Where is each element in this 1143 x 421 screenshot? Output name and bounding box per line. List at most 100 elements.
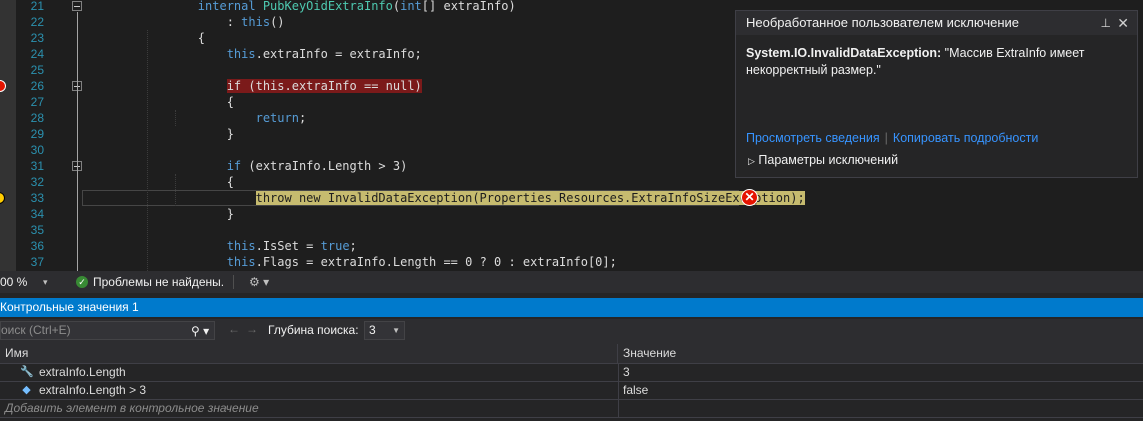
add-watch-row[interactable]: Добавить элемент в контрольное значение [0,400,1143,418]
watch-row[interactable]: ◆ extraInfo.Length > 3 false [0,382,1143,400]
line-number: 32 [30,175,44,189]
watch-value[interactable]: false [623,382,648,399]
copy-details-link[interactable]: Копировать подробности [893,131,1038,145]
code-token: { [140,95,234,109]
line-number: 24 [30,47,44,61]
watch-name: extraInfo.Length [39,365,126,379]
search-placeholder: оиск (Ctrl+E) [1,323,71,337]
zoom-dropdown-icon[interactable]: ▾ [43,271,48,293]
code-text: return; [140,110,307,126]
column-header-value[interactable]: Значение [623,344,676,363]
code-token: .IsSet = [255,239,321,253]
code-line[interactable]: 35 [0,222,1143,238]
collapse-icon[interactable] [72,1,82,11]
code-token: if (this.extraInfo == null) [226,79,422,93]
code-token: this [241,15,271,29]
search-depth-select[interactable]: 3 ▼ [364,321,405,340]
watch-value[interactable]: 3 [623,364,630,381]
code-text: if (extraInfo.Length > 3) [140,158,408,174]
watch-name-cell[interactable]: ◆ extraInfo.Length > 3 [0,382,619,399]
code-token: int [400,0,422,13]
close-icon[interactable]: ✕ [1117,11,1129,35]
code-cleanup-icon[interactable]: ⚙ ▾ [249,271,269,293]
line-number: 31 [30,159,44,173]
line-number: 34 [30,207,44,221]
pin-icon[interactable]: ⊥ [1101,11,1111,35]
current-statement-icon[interactable] [0,192,5,204]
line-number: 21 [30,0,44,13]
line-number: 36 [30,239,44,253]
code-text: internal PubKeyOidExtraInfo(int[] extraI… [140,0,516,14]
code-token: (extraInfo.Length > 3) [241,159,408,173]
watch-row[interactable]: 🔧 extraInfo.Length 3 [0,364,1143,382]
line-number: 22 [30,15,44,29]
line-number: 35 [30,223,44,237]
editor-status-bar: 00 % ▾ ✓ Проблемы не найдены. ⚙ ▾ [0,271,1143,293]
zoom-level[interactable]: 00 % [0,271,27,293]
code-text: { [140,94,234,110]
search-forward-icon[interactable]: → [246,322,258,336]
indent-guide [147,30,148,271]
code-token: { [140,175,234,189]
exception-popup: Необработанное пользователем исключение … [735,10,1138,178]
watch-grid-header: Имя Значение [0,344,1143,364]
code-token: internal [197,0,256,13]
code-text: { [140,30,205,46]
code-token: true [320,239,350,253]
code-line[interactable]: 33 throw new InvalidDataException(Proper… [0,190,1143,206]
code-token: .Flags = extraInfo.Length == 0 ? 0 : ext… [255,255,617,269]
wrench-icon: 🔧 [20,366,34,378]
line-number: 37 [30,255,44,269]
line-number: 27 [30,95,44,109]
watch-panel: Контрольные значения 1 оиск (Ctrl+E) ⚲ ▾… [0,293,1143,421]
code-token: return [255,111,299,125]
exception-settings-toggle[interactable]: ▷ Параметры исключений [748,153,898,167]
exception-settings-label: Параметры исключений [758,153,899,167]
code-token: [] extraInfo) [421,0,516,13]
watch-toolbar: оиск (Ctrl+E) ⚲ ▾ ← → Глубина поиска: 3 … [0,319,1143,344]
search-back-icon[interactable]: ← [228,322,240,336]
add-watch-placeholder[interactable]: Добавить элемент в контрольное значение [5,400,259,417]
link-separator: | [884,131,888,145]
code-token: if [226,159,242,173]
exception-error-icon[interactable]: ✕ [741,189,758,206]
code-token: .extraInfo = extraInfo; [255,47,422,61]
line-number: 30 [30,143,44,157]
exception-popup-header: Необработанное пользователем исключение … [736,11,1137,35]
code-text: } [140,126,234,142]
code-token: throw new InvalidDataException(Propertie… [255,191,805,205]
search-icon[interactable]: ⚲ ▾ [191,323,209,340]
exception-links: Просмотреть сведения | Копировать подробно… [746,131,1038,145]
code-token: this [226,255,256,269]
problems-status[interactable]: Проблемы не найдены. [93,271,224,293]
code-line[interactable]: 34 } [0,206,1143,222]
code-line[interactable]: 36 this.IsSet = true; [0,238,1143,254]
line-number: 26 [30,79,44,93]
line-number: 29 [30,127,44,141]
search-depth-value: 3 [369,323,376,337]
watch-search-input[interactable]: оиск (Ctrl+E) ⚲ ▾ [0,321,215,340]
outline-bar [77,12,78,271]
exception-popup-title: Необработанное пользователем исключение [746,15,1019,30]
status-divider [233,275,234,289]
code-line[interactable]: 37 this.Flags = extraInfo.Length == 0 ? … [0,254,1143,270]
breakpoint-icon[interactable] [0,80,6,92]
code-text: if (this.extraInfo == null) [140,78,422,94]
expand-triangle-icon: ▷ [748,156,755,166]
watch-name-cell[interactable]: 🔧 extraInfo.Length [0,364,619,381]
check-circle-icon: ✓ [76,276,88,288]
code-text: { [140,174,234,190]
line-number: 33 [30,191,44,205]
view-details-link[interactable]: Просмотреть сведения [746,131,880,145]
line-number: 25 [30,63,44,77]
code-token: } [140,127,234,141]
code-text: : this() [140,14,285,30]
watch-panel-title[interactable]: Контрольные значения 1 [0,298,1143,317]
column-header-name[interactable]: Имя [0,344,618,363]
code-token: ; [298,111,307,125]
